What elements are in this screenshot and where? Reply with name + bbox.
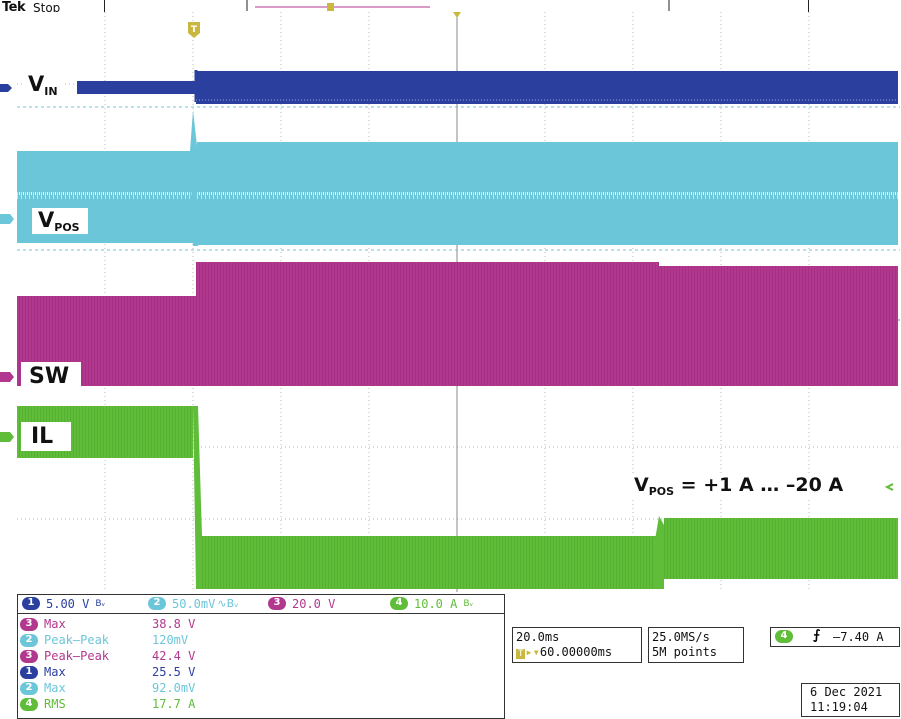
measurements-panel[interactable]: 3 Max 38.8 V 2 Peak–Peak 120mV 3 Peak–Pe… [17, 613, 505, 719]
record-view-window [246, 0, 670, 11]
ch1-scale-readout[interactable]: 1 5.00 V Bᵥ [22, 596, 105, 611]
rising-edge-icon: ⨍ [813, 628, 821, 643]
trigger-t-icon: T [516, 649, 526, 659]
ch1-ground-marker [0, 84, 12, 92]
channel-markers[interactable] [0, 84, 14, 442]
ch1-badge: 1 [22, 597, 40, 610]
ch4-badge: 4 [390, 597, 408, 610]
sw-label: SW [21, 362, 82, 391]
vin-label: VIN [24, 72, 64, 98]
bandwidth-limit-icon: Bᵥ [463, 598, 474, 609]
ch3-badge: 3 [268, 597, 286, 610]
ch4-scale-readout[interactable]: 4 10.0 A Bᵥ [390, 596, 473, 611]
ch3-scale-readout[interactable]: 3 20.0 V [268, 596, 335, 611]
vpos-step-annotation: VPOS = +1 A … –20 A [628, 474, 850, 498]
acquisition-readout[interactable]: 25.0MS/s 5M points [648, 627, 744, 663]
ac-coupling-icon: ∿Bᵥ [217, 597, 239, 610]
date-time-readout: 6 Dec 2021 11:19:04 [801, 683, 900, 717]
vpos-label: VPOS [32, 208, 88, 234]
measurement-row[interactable]: 3 Max 38.8 V [20, 617, 195, 631]
measurement-row[interactable]: 1 Max 25.5 V [20, 665, 195, 679]
channel-scale-bar[interactable]: 1 5.00 V Bᵥ 2 50.0mV ∿Bᵥ 3 20.0 V 4 10.0… [17, 594, 505, 614]
ch2-badge: 2 [148, 597, 166, 610]
svg-text:T: T [191, 25, 198, 35]
ch2-ground-marker [0, 214, 14, 224]
trigger-readout[interactable]: 4 ⨍ –7.40 A [770, 627, 900, 647]
ch4-ground-marker [0, 432, 14, 442]
il-label: IL [21, 422, 72, 451]
measurement-row[interactable]: 3 Peak–Peak 42.4 V [20, 649, 195, 663]
ch3-ground-marker [0, 372, 14, 382]
measurement-row[interactable]: 2 Max 92.0mV [20, 681, 195, 695]
bandwidth-limit-icon: Bᵥ [95, 598, 106, 609]
measurement-row[interactable]: 2 Peak–Peak 120mV [20, 633, 188, 647]
measurement-row[interactable]: 4 RMS 17.7 A [20, 697, 195, 711]
ch2-scale-readout[interactable]: 2 50.0mV ∿Bᵥ [148, 596, 239, 611]
timebase-readout[interactable]: 20.0ms T ▸▾60.00000ms [512, 627, 642, 663]
